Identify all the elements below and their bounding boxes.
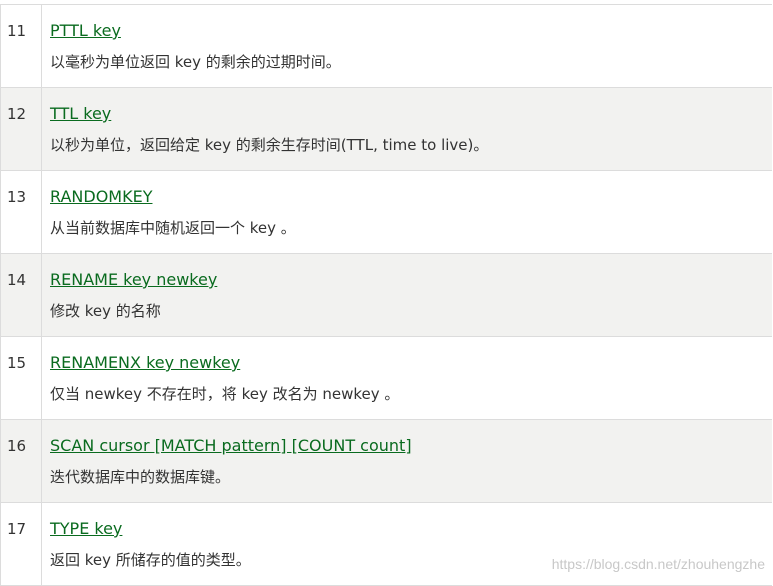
row-number: 14 <box>7 271 27 289</box>
row-number: 16 <box>7 437 27 455</box>
command-link-rename[interactable]: RENAME key newkey <box>50 270 217 290</box>
row-number: 15 <box>7 354 27 372</box>
row-number-cell: 15 <box>0 336 42 420</box>
row-number: 13 <box>7 188 27 206</box>
command-description: 仅当 newkey 不存在时，将 key 改名为 newkey 。 <box>50 385 400 403</box>
command-cell: PTTL key 以毫秒为单位返回 key 的剩余的过期时间。 <box>41 4 772 88</box>
table-row: 15 RENAMENX key newkey 仅当 newkey 不存在时，将 … <box>0 336 772 420</box>
command-link-renamenx[interactable]: RENAMENX key newkey <box>50 353 240 373</box>
row-number-cell: 14 <box>0 253 42 337</box>
command-link-scan[interactable]: SCAN cursor [MATCH pattern] [COUNT count… <box>50 436 412 456</box>
table-row: 17 TYPE key 返回 key 所储存的值的类型。 <box>0 502 772 586</box>
table-row: 13 RANDOMKEY 从当前数据库中随机返回一个 key 。 <box>0 170 772 254</box>
row-number-cell: 12 <box>0 87 42 171</box>
command-cell: RENAME key newkey 修改 key 的名称 <box>41 253 772 337</box>
watermark: https://blog.csdn.net/zhouhengzhe <box>551 556 765 572</box>
command-description: 迭代数据库中的数据库键。 <box>50 468 231 486</box>
row-number: 17 <box>7 520 27 538</box>
row-number-cell: 16 <box>0 419 42 503</box>
command-description: 从当前数据库中随机返回一个 key 。 <box>50 219 296 237</box>
command-description: 以毫秒为单位返回 key 的剩余的过期时间。 <box>50 53 341 71</box>
row-number: 11 <box>7 22 27 40</box>
command-cell: RANDOMKEY 从当前数据库中随机返回一个 key 。 <box>41 170 772 254</box>
table-row: 14 RENAME key newkey 修改 key 的名称 <box>0 253 772 337</box>
row-number-cell: 13 <box>0 170 42 254</box>
redis-command-table: 11 PTTL key 以毫秒为单位返回 key 的剩余的过期时间。 12 TT… <box>0 4 772 586</box>
command-link-randomkey[interactable]: RANDOMKEY <box>50 187 152 207</box>
command-cell: RENAMENX key newkey 仅当 newkey 不存在时，将 key… <box>41 336 772 420</box>
table-row: 12 TTL key 以秒为单位，返回给定 key 的剩余生存时间(TTL, t… <box>0 87 772 171</box>
command-link-pttl[interactable]: PTTL key <box>50 21 121 41</box>
command-link-type[interactable]: TYPE key <box>50 519 122 539</box>
command-link-ttl[interactable]: TTL key <box>50 104 111 124</box>
command-description: 修改 key 的名称 <box>50 302 161 320</box>
command-cell: TTL key 以秒为单位，返回给定 key 的剩余生存时间(TTL, time… <box>41 87 772 171</box>
table-row: 16 SCAN cursor [MATCH pattern] [COUNT co… <box>0 419 772 503</box>
row-number: 12 <box>7 105 27 123</box>
command-cell: SCAN cursor [MATCH pattern] [COUNT count… <box>41 419 772 503</box>
row-number-cell: 17 <box>0 502 42 586</box>
command-description: 以秒为单位，返回给定 key 的剩余生存时间(TTL, time to live… <box>50 136 489 154</box>
command-cell: TYPE key 返回 key 所储存的值的类型。 <box>41 502 772 586</box>
row-number-cell: 11 <box>0 4 42 88</box>
table-row: 11 PTTL key 以毫秒为单位返回 key 的剩余的过期时间。 <box>0 4 772 88</box>
